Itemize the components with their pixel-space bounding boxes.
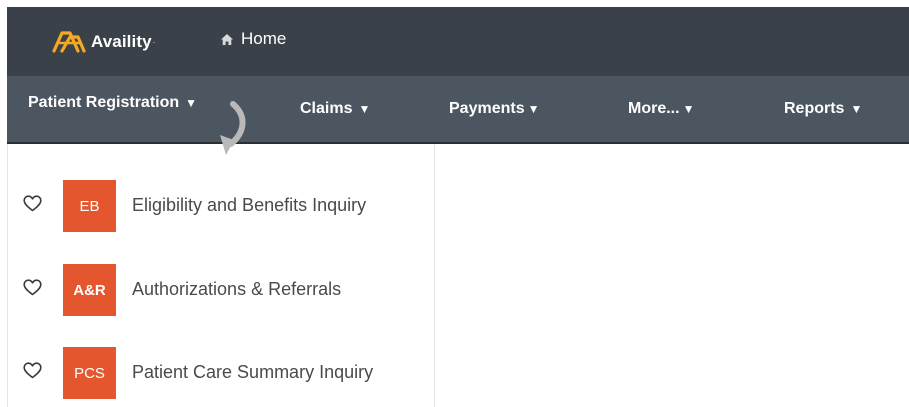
chevron-down-icon: ▼	[358, 102, 371, 116]
nav-label: Reports	[784, 100, 845, 117]
availity-logo-icon	[52, 31, 86, 53]
curved-arrow-icon	[220, 101, 246, 155]
brand-name: Availity	[91, 32, 152, 51]
menu-item-authorizations[interactable]: A&R Authorizations & Referrals	[8, 264, 434, 316]
nav-label: Claims	[300, 100, 353, 117]
menu-item-patient-care-summary[interactable]: PCS Patient Care Summary Inquiry	[8, 347, 434, 399]
nav-payments[interactable]: Payments ▼	[449, 76, 539, 142]
app-badge: A&R	[63, 264, 116, 316]
home-icon	[221, 33, 233, 45]
nav-more[interactable]: More... ▼	[628, 76, 694, 142]
menu-item-label: Authorizations & Referrals	[132, 279, 342, 299]
menu-item-label: Patient Care Summary Inquiry	[132, 362, 374, 382]
chevron-down-icon: ▼	[682, 102, 695, 116]
patient-registration-dropdown: EB Eligibility and Benefits Inquiry A&R …	[7, 144, 435, 407]
app-badge: EB	[63, 180, 116, 232]
chevron-down-icon: ▼	[850, 102, 863, 116]
brand-trademark: ·	[152, 37, 156, 47]
home-label: Home	[241, 29, 287, 48]
top-bar: Availity · Home	[7, 7, 909, 76]
heart-outline-icon[interactable]	[23, 362, 42, 379]
nav-label: More...	[628, 100, 680, 117]
heart-outline-icon[interactable]	[23, 195, 42, 212]
nav-claims[interactable]: Claims ▼	[300, 76, 370, 142]
app-frame: Availity · Home Patient Registration ▼ C…	[7, 7, 909, 407]
app-badge: PCS	[63, 347, 116, 399]
nav-patient-registration[interactable]: Patient Registration ▼	[28, 70, 197, 136]
menu-item-eligibility[interactable]: EB Eligibility and Benefits Inquiry	[8, 180, 434, 232]
main-nav: Patient Registration ▼ Claims ▼ Payments…	[7, 76, 909, 144]
chevron-down-icon: ▼	[527, 102, 540, 116]
nav-label: Patient Registration	[28, 94, 180, 111]
nav-label: Payments	[449, 100, 525, 117]
nav-reports[interactable]: Reports ▼	[784, 76, 862, 142]
home-link[interactable]: Home	[220, 29, 286, 49]
brand-logo[interactable]: Availity ·	[51, 27, 155, 57]
menu-item-label: Eligibility and Benefits Inquiry	[132, 195, 367, 215]
chevron-down-icon: ▼	[185, 96, 198, 110]
heart-outline-icon[interactable]	[23, 279, 42, 296]
